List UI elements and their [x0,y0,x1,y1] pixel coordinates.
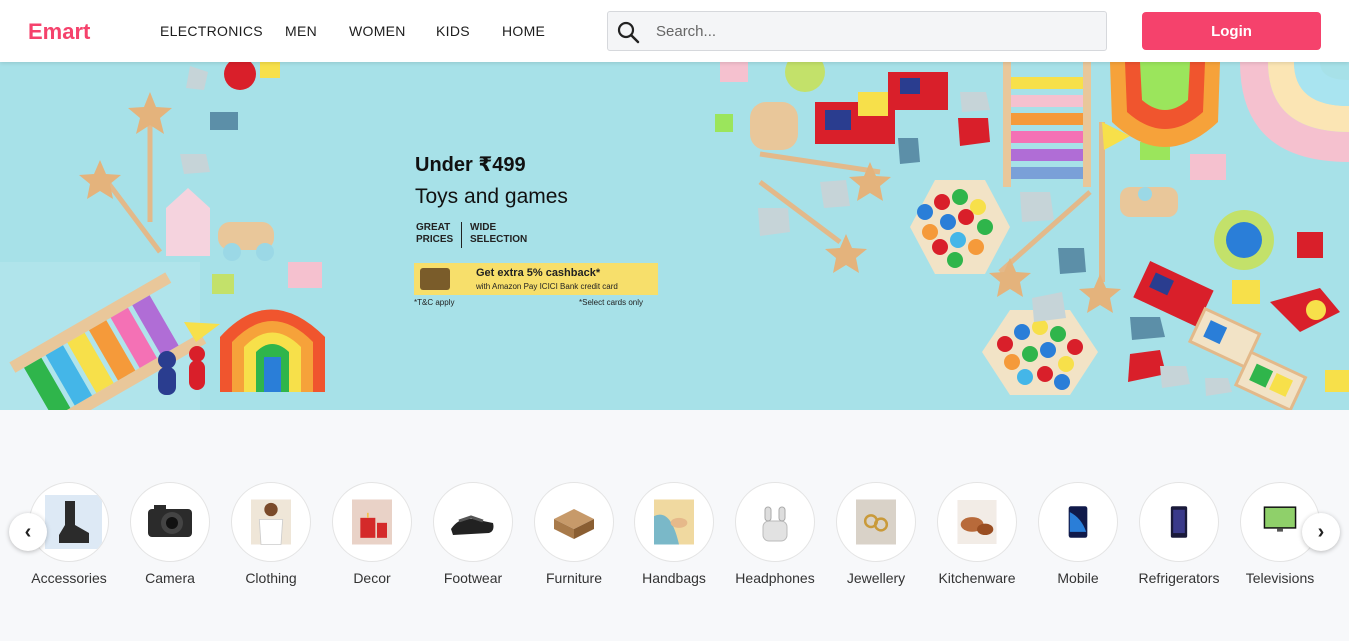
category-label: Televisions [1245,570,1315,586]
banner-tag-great-prices: GREAT PRICES [416,222,454,245]
decor-thumbnail [332,482,412,562]
jewellery-thumbnail [836,482,916,562]
nav-home[interactable]: HOME [502,23,545,39]
category-label: Kitchenware [938,570,1016,586]
cashback-subtitle: with Amazon Pay ICICI Bank credit card [476,282,618,291]
nav-men[interactable]: MEN [285,23,349,39]
category-clothing[interactable]: Clothing [221,482,321,586]
login-button[interactable]: Login [1142,12,1321,50]
clothing-thumbnail [231,482,311,562]
banner-tag-divider [461,222,462,248]
handbags-thumbnail [634,482,714,562]
category-mobile[interactable]: Mobile [1028,482,1128,586]
nav-women[interactable]: WOMEN [349,23,436,39]
promo-banner[interactable]: Under ₹499 Toys and games GREAT PRICES W… [0,62,1349,410]
header: Emart ELECTRONICS MEN WOMEN KIDS HOME Lo… [0,0,1349,62]
nav-electronics[interactable]: ELECTRONICS [160,23,285,39]
search-box [607,11,1107,51]
category-handbags[interactable]: Handbags [624,482,724,586]
banner-subtitle: Toys and games [415,185,568,208]
chevron-left-icon[interactable]: ‹ [9,513,47,551]
cashback-offer[interactable]: Get extra 5% cashback* with Amazon Pay I… [414,263,658,295]
banner-title: Under ₹499 [415,154,526,176]
category-label: Furniture [545,570,603,586]
furniture-thumbnail [534,482,614,562]
category-refrigerators[interactable]: Refrigerators [1129,482,1229,586]
category-label: Mobile [1057,570,1099,586]
headphones-thumbnail [735,482,815,562]
category-label: Headphones [735,570,815,586]
tc-apply-note: *T&C apply [414,298,455,307]
search-input[interactable] [656,12,1096,50]
category-footwear[interactable]: Footwear [423,482,523,586]
category-label: Handbags [642,570,706,586]
select-cards-note: *Select cards only [579,298,644,307]
camera-thumbnail [130,482,210,562]
chevron-right-icon[interactable]: › [1302,513,1340,551]
category-decor[interactable]: Decor [322,482,422,586]
toys-illustration [0,62,1349,410]
category-label: Footwear [443,570,503,586]
category-jewellery[interactable]: Jewellery [826,482,926,586]
category-label: Clothing [245,570,297,586]
mobile-thumbnail [1038,482,1118,562]
category-camera[interactable]: Camera [120,482,220,586]
footwear-thumbnail [433,482,513,562]
nav-kids[interactable]: KIDS [436,23,502,39]
category-label: Accessories [31,570,107,586]
kitchenware-thumbnail [937,482,1017,562]
category-label: Camera [145,570,195,586]
category-label: Decor [353,570,391,586]
category-furniture[interactable]: Furniture [524,482,624,586]
category-kitchenware[interactable]: Kitchenware [927,482,1027,586]
category-label: Jewellery [846,570,906,586]
cashback-title: Get extra 5% cashback* [476,267,601,279]
refrigerator-thumbnail [1139,482,1219,562]
search-icon[interactable] [616,20,640,44]
category-headphones[interactable]: Headphones [725,482,825,586]
category-carousel: ‹ › Accessories Camera Clothing Decor Fo… [0,432,1349,641]
category-label: Refrigerators [1138,570,1220,586]
main-nav: ELECTRONICS MEN WOMEN KIDS HOME [160,23,545,39]
banner-tag-wide-selection: WIDE SELECTION [470,222,528,245]
credit-card-icon [420,268,450,290]
logo[interactable]: Emart [28,19,90,45]
